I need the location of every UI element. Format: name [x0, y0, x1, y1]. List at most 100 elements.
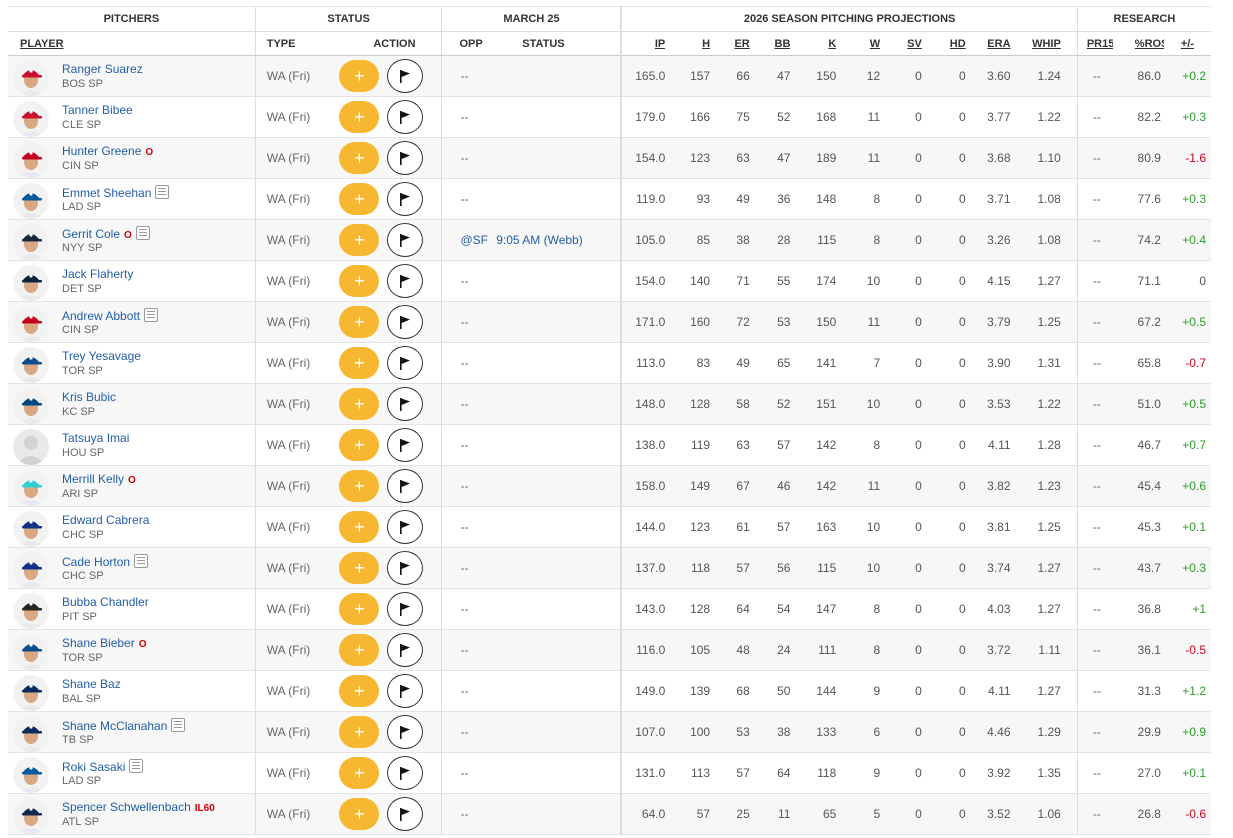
watchlist-flag-button[interactable]: [387, 469, 424, 503]
col-k[interactable]: K: [790, 31, 837, 56]
player-headshot[interactable]: [13, 183, 49, 219]
watchlist-flag-button[interactable]: [387, 592, 424, 626]
game-status[interactable]: [496, 96, 622, 138]
player-headshot[interactable]: [13, 470, 49, 506]
add-player-button[interactable]: +: [339, 634, 380, 666]
player-headshot[interactable]: [13, 675, 49, 711]
game-status[interactable]: [496, 547, 622, 589]
add-player-button[interactable]: +: [339, 265, 380, 297]
watchlist-flag-button[interactable]: [387, 428, 424, 462]
player-headshot[interactable]: [13, 224, 49, 260]
player-headshot[interactable]: [13, 347, 49, 383]
player-name-link[interactable]: Tanner Bibee: [62, 103, 133, 117]
player-headshot[interactable]: [13, 511, 49, 547]
add-player-button[interactable]: +: [339, 552, 380, 584]
game-status[interactable]: [496, 383, 622, 425]
player-name-link[interactable]: Edward Cabrera: [62, 513, 149, 527]
news-icon[interactable]: [144, 308, 159, 322]
add-player-button[interactable]: +: [339, 224, 380, 256]
col-player[interactable]: PLAYER: [8, 31, 256, 56]
injury-status-badge[interactable]: O: [124, 230, 132, 241]
watchlist-flag-button[interactable]: [387, 182, 424, 216]
player-headshot[interactable]: [13, 593, 49, 629]
watchlist-flag-button[interactable]: [387, 510, 424, 544]
add-player-button[interactable]: +: [339, 716, 380, 748]
game-status[interactable]: [496, 301, 622, 343]
player-name-link[interactable]: Shane Baz: [62, 677, 121, 691]
game-status[interactable]: [496, 711, 622, 753]
game-status[interactable]: [496, 629, 622, 671]
injury-status-badge[interactable]: O: [145, 147, 153, 158]
add-player-button[interactable]: +: [339, 429, 380, 461]
player-headshot[interactable]: [13, 716, 49, 752]
game-status[interactable]: [496, 260, 622, 302]
news-icon[interactable]: [129, 759, 144, 773]
injury-status-badge[interactable]: O: [128, 475, 136, 486]
col-whip[interactable]: WHIP: [1010, 31, 1078, 56]
col-hd[interactable]: HD: [921, 31, 966, 56]
injury-status-badge[interactable]: IL60: [195, 803, 215, 814]
player-name-link[interactable]: Hunter Greene: [62, 144, 141, 158]
player-headshot[interactable]: [13, 101, 49, 137]
game-status[interactable]: [496, 670, 622, 712]
watchlist-flag-button[interactable]: [387, 674, 424, 708]
watchlist-flag-button[interactable]: [387, 756, 424, 790]
watchlist-flag-button[interactable]: [387, 305, 424, 339]
news-icon[interactable]: [155, 185, 170, 199]
player-name-link[interactable]: Trey Yesavage: [62, 349, 141, 363]
watchlist-flag-button[interactable]: [387, 100, 424, 134]
opponent[interactable]: @SF: [441, 219, 497, 261]
game-status[interactable]: [496, 342, 622, 384]
add-player-button[interactable]: +: [339, 593, 380, 625]
watchlist-flag-button[interactable]: [387, 223, 424, 257]
player-name-link[interactable]: Jack Flaherty: [62, 267, 133, 281]
col-h[interactable]: H: [665, 31, 711, 56]
player-headshot[interactable]: [13, 306, 49, 342]
watchlist-flag-button[interactable]: [387, 633, 424, 667]
col-sv[interactable]: SV: [880, 31, 922, 56]
player-headshot[interactable]: [13, 60, 49, 96]
game-status[interactable]: [496, 424, 622, 466]
player-name-link[interactable]: Cade Horton: [62, 555, 130, 569]
player-headshot[interactable]: [13, 142, 49, 178]
game-status[interactable]: [496, 793, 622, 835]
game-status[interactable]: [496, 465, 622, 507]
add-player-button[interactable]: +: [339, 347, 380, 379]
player-headshot[interactable]: [13, 265, 49, 301]
player-headshot[interactable]: [13, 798, 49, 834]
player-name-link[interactable]: Shane Bieber: [62, 636, 135, 650]
add-player-button[interactable]: +: [339, 511, 380, 543]
player-name-link[interactable]: Tatsuya Imai: [62, 431, 129, 445]
player-name-link[interactable]: Ranger Suarez: [62, 62, 143, 76]
add-player-button[interactable]: +: [339, 675, 380, 707]
news-icon[interactable]: [171, 718, 186, 732]
news-icon[interactable]: [135, 226, 150, 240]
player-name-link[interactable]: Emmet Sheehan: [62, 186, 151, 200]
add-player-button[interactable]: +: [339, 183, 380, 215]
watchlist-flag-button[interactable]: [387, 59, 424, 93]
add-player-button[interactable]: +: [339, 60, 380, 92]
watchlist-flag-button[interactable]: [387, 346, 424, 380]
add-player-button[interactable]: +: [339, 757, 380, 789]
player-name-link[interactable]: Spencer Schwellenbach: [62, 800, 191, 814]
col-plus-minus[interactable]: +/-: [1163, 31, 1211, 56]
game-status[interactable]: [496, 506, 622, 548]
add-player-button[interactable]: +: [339, 101, 380, 133]
game-status[interactable]: [496, 178, 622, 220]
col-w[interactable]: W: [836, 31, 881, 56]
watchlist-flag-button[interactable]: [387, 797, 424, 831]
game-status[interactable]: [496, 137, 622, 179]
player-name-link[interactable]: Merrill Kelly: [62, 472, 124, 486]
player-name-link[interactable]: Bubba Chandler: [62, 595, 149, 609]
add-player-button[interactable]: +: [339, 306, 380, 338]
add-player-button[interactable]: +: [339, 470, 380, 502]
col-era[interactable]: ERA: [965, 31, 1011, 56]
game-status[interactable]: [496, 752, 622, 794]
add-player-button[interactable]: +: [339, 388, 380, 420]
game-status[interactable]: [496, 588, 622, 630]
col-bb[interactable]: BB: [749, 31, 791, 56]
watchlist-flag-button[interactable]: [387, 715, 424, 749]
player-name-link[interactable]: Andrew Abbott: [62, 309, 140, 323]
watchlist-flag-button[interactable]: [387, 264, 424, 298]
news-icon[interactable]: [134, 554, 149, 568]
